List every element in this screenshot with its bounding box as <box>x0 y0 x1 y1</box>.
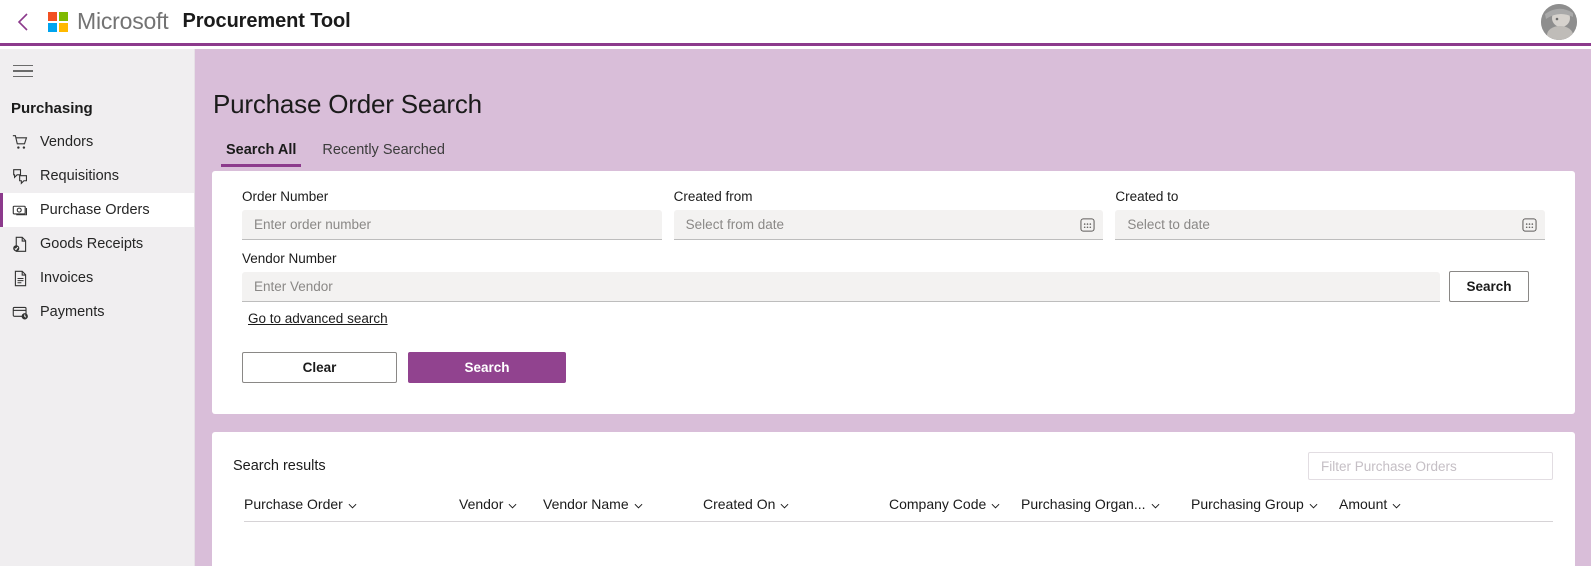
chevron-down-icon <box>1392 496 1401 512</box>
vendor-number-input[interactable] <box>252 278 1430 295</box>
order-number-input[interactable] <box>252 216 652 233</box>
avatar[interactable] <box>1541 4 1577 40</box>
order-number-field-group: Order Number <box>242 189 662 240</box>
created-to-field-group: Created to <box>1115 189 1545 240</box>
created-from-field-group: Created from <box>673 189 1104 240</box>
column-label: Company Code <box>889 496 987 512</box>
form-row-2: Vendor Number Search <box>242 251 1545 302</box>
main-content: Purchase Order Search Search All Recentl… <box>195 49 1591 566</box>
sidebar-item-label: Goods Receipts <box>40 236 144 252</box>
column-header-amount[interactable]: Amount <box>1339 496 1401 512</box>
vendor-number-input-wrap[interactable] <box>242 272 1440 302</box>
created-to-input[interactable] <box>1125 216 1535 233</box>
form-row-1: Order Number Created from Created to <box>242 189 1545 240</box>
microsoft-logo-icon <box>48 11 68 32</box>
column-header-purchase-order[interactable]: Purchase Order <box>244 496 459 512</box>
created-to-label: Created to <box>1115 189 1179 204</box>
logo-square-red <box>48 11 57 21</box>
column-header-vendor-name[interactable]: Vendor Name <box>543 496 703 512</box>
logo-square-blue <box>48 22 57 32</box>
search-results-card: Search results Purchase Order Vendor Ven… <box>212 432 1575 566</box>
column-header-created-on[interactable]: Created On <box>703 496 889 512</box>
sidebar-item-label: Requisitions <box>40 168 119 184</box>
chevron-down-icon <box>634 496 643 512</box>
chevron-down-icon <box>991 496 1000 512</box>
form-action-row: Clear Search <box>242 352 1545 383</box>
column-label: Amount <box>1339 496 1388 512</box>
chevron-left-icon[interactable] <box>8 7 38 37</box>
sidebar-heading: Purchasing <box>11 100 93 117</box>
logo-square-green <box>59 11 68 21</box>
created-from-input-wrap[interactable] <box>673 210 1104 240</box>
column-label: Created On <box>703 496 776 512</box>
chevron-down-icon <box>348 496 357 512</box>
advanced-search-link[interactable]: Go to advanced search <box>248 311 388 326</box>
column-label: Vendor <box>459 496 504 512</box>
sidebar-item-label: Invoices <box>40 270 94 286</box>
calendar-icon[interactable] <box>1522 217 1537 232</box>
app-title: Procurement Tool <box>182 10 351 32</box>
sidebar-item-purchase-orders[interactable]: Purchase Orders <box>0 193 194 227</box>
chevron-down-icon <box>1151 496 1160 512</box>
created-from-label: Created from <box>673 189 753 204</box>
filter-purchase-orders-input-wrap[interactable] <box>1308 452 1553 480</box>
shopping-cart-icon <box>11 133 29 151</box>
tab-recently-searched[interactable]: Recently Searched <box>309 142 458 167</box>
chevron-left-glyph <box>17 12 28 31</box>
sidebar-item-requisitions[interactable]: Requisitions <box>0 159 194 193</box>
created-to-input-wrap[interactable] <box>1115 210 1545 240</box>
column-header-company-code[interactable]: Company Code <box>889 496 1021 512</box>
sidebar: Purchasing Vendors Requisitions Purchase… <box>0 49 195 566</box>
results-header: Search results <box>212 432 1575 480</box>
vendor-search-button[interactable]: Search <box>1449 271 1529 302</box>
column-label: Purchase Order <box>244 496 343 512</box>
document-check-icon <box>11 235 29 253</box>
chevron-down-icon <box>780 496 789 512</box>
sidebar-item-goods-receipts[interactable]: Goods Receipts <box>0 227 194 261</box>
brand-name: Microsoft <box>77 8 169 34</box>
sidebar-item-vendors[interactable]: Vendors <box>0 125 194 159</box>
hamburger-line <box>13 75 33 78</box>
column-header-purchasing-group[interactable]: Purchasing Group <box>1191 496 1339 512</box>
chevron-down-icon <box>1309 496 1318 512</box>
sidebar-item-label: Purchase Orders <box>40 202 150 218</box>
hamburger-line <box>13 64 33 67</box>
results-table-header-row: Purchase Order Vendor Vendor Name Create… <box>244 496 1553 522</box>
column-label: Vendor Name <box>543 496 629 512</box>
column-label: Purchasing Organ... <box>1021 496 1146 512</box>
column-header-purchasing-organization[interactable]: Purchasing Organ... <box>1021 496 1191 512</box>
vendor-number-field-group: Vendor Number <box>242 251 1440 302</box>
created-from-input[interactable] <box>683 216 1094 233</box>
payment-card-clock-icon <box>11 303 29 321</box>
filter-purchase-orders-input[interactable] <box>1319 457 1542 475</box>
order-number-label: Order Number <box>242 189 329 204</box>
vendor-number-label: Vendor Number <box>242 251 337 266</box>
results-title: Search results <box>233 458 326 474</box>
sidebar-item-label: Payments <box>40 304 105 320</box>
search-form-card: Order Number Created from Created to <box>212 171 1575 414</box>
avatar-photo <box>1541 4 1577 40</box>
hamburger-line <box>13 70 33 72</box>
logo-square-yellow <box>59 22 68 32</box>
sidebar-item-label: Vendors <box>40 134 94 150</box>
sidebar-item-invoices[interactable]: Invoices <box>0 261 194 295</box>
invoice-document-icon <box>11 269 29 287</box>
page-title: Purchase Order Search <box>213 89 482 119</box>
clear-button[interactable]: Clear <box>242 352 397 383</box>
search-button[interactable]: Search <box>408 352 566 383</box>
sidebar-item-payments[interactable]: Payments <box>0 295 194 329</box>
order-number-input-wrap[interactable] <box>242 210 662 240</box>
hamburger-icon[interactable] <box>6 54 40 88</box>
column-header-vendor[interactable]: Vendor <box>459 496 543 512</box>
chevron-down-icon <box>508 496 517 512</box>
tab-bar: Search All Recently Searched <box>195 120 1591 167</box>
money-bills-icon <box>11 201 29 219</box>
top-app-bar: Microsoft Procurement Tool <box>0 0 1591 46</box>
calendar-icon[interactable] <box>1080 217 1095 232</box>
column-label: Purchasing Group <box>1191 496 1304 512</box>
requisition-icon <box>11 167 29 185</box>
tab-search-all[interactable]: Search All <box>213 142 309 167</box>
